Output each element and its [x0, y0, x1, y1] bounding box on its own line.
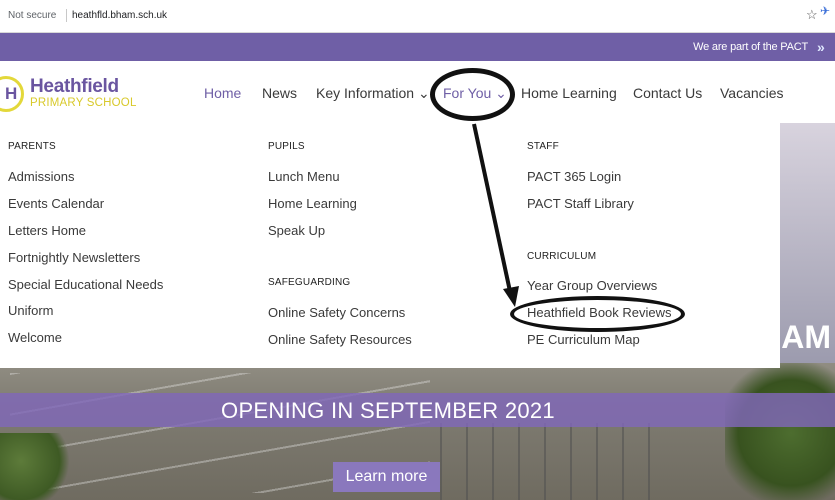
staff-heading: STAFF — [527, 141, 559, 152]
site-header: H Heathfield PRIMARY SCHOOL Home News Ke… — [0, 61, 835, 123]
safeguarding-heading: SAFEGUARDING — [268, 277, 351, 288]
menu-pact-365-login[interactable]: PACT 365 Login — [527, 169, 621, 184]
menu-admissions[interactable]: Admissions — [8, 169, 74, 184]
hero-canopy-structure — [440, 423, 670, 500]
address-url[interactable]: heathfld.bham.sch.uk — [72, 10, 167, 21]
for-you-dropdown: PARENTS Admissions Events Calendar Lette… — [0, 123, 780, 368]
pact-link[interactable]: We are part of the PACT — [693, 41, 808, 53]
menu-speak-up[interactable]: Speak Up — [268, 223, 325, 238]
learn-more-button[interactable]: Learn more — [333, 462, 440, 492]
opening-text: OPENING IN SEPTEMBER 2021 — [221, 398, 555, 423]
menu-pe-curriculum-map[interactable]: PE Curriculum Map — [527, 332, 640, 347]
pupils-heading: PUPILS — [268, 141, 305, 152]
menu-welcome[interactable]: Welcome — [8, 330, 62, 345]
menu-home-learning[interactable]: Home Learning — [268, 196, 357, 211]
menu-events-calendar[interactable]: Events Calendar — [8, 196, 104, 211]
for-you-highlight-circle — [430, 68, 515, 121]
extension-icon[interactable]: ✈ — [820, 4, 830, 18]
menu-letters-home[interactable]: Letters Home — [8, 223, 86, 238]
hero-side-text: AM — [781, 319, 831, 355]
browser-address-bar[interactable]: Not secure heathfld.bham.sch.uk ☆ ✈ — [0, 0, 835, 33]
logo-name[interactable]: Heathfield — [30, 76, 119, 98]
curriculum-heading: CURRICULUM — [527, 251, 597, 262]
nav-vacancies[interactable]: Vacancies — [720, 85, 784, 101]
address-separator — [66, 9, 67, 22]
nav-contact-us[interactable]: Contact Us — [633, 85, 702, 101]
top-strip: We are part of the PACT » — [0, 33, 835, 61]
menu-online-safety-concerns[interactable]: Online Safety Concerns — [268, 305, 405, 320]
menu-special-educational-needs[interactable]: Special Educational Needs — [8, 277, 163, 292]
menu-fortnightly-newsletters[interactable]: Fortnightly Newsletters — [8, 250, 140, 265]
bookmark-star-icon[interactable]: ☆ — [806, 7, 818, 23]
logo-subtitle[interactable]: PRIMARY SCHOOL — [30, 97, 137, 109]
menu-uniform[interactable]: Uniform — [8, 303, 54, 318]
pact-logo-icon[interactable]: » — [817, 39, 833, 55]
menu-pact-staff-library[interactable]: PACT Staff Library — [527, 196, 634, 211]
opening-banner: OPENING IN SEPTEMBER 2021 — [0, 393, 835, 427]
hero-trees-left — [0, 433, 70, 500]
menu-lunch-menu[interactable]: Lunch Menu — [268, 169, 340, 184]
logo-badge-icon[interactable]: H — [0, 76, 24, 112]
menu-year-group-overviews[interactable]: Year Group Overviews — [527, 278, 657, 293]
nav-home-learning[interactable]: Home Learning — [521, 85, 617, 101]
nav-news[interactable]: News — [262, 85, 297, 101]
security-indicator[interactable]: Not secure — [8, 10, 56, 21]
parents-heading: PARENTS — [8, 141, 56, 152]
menu-online-safety-resources[interactable]: Online Safety Resources — [268, 332, 412, 347]
book-reviews-highlight-circle — [510, 296, 685, 332]
nav-key-information[interactable]: Key Information ⌄ — [316, 85, 430, 102]
hero-trees-right — [725, 363, 835, 500]
logo-letter: H — [5, 84, 18, 103]
nav-home[interactable]: Home — [204, 85, 241, 101]
